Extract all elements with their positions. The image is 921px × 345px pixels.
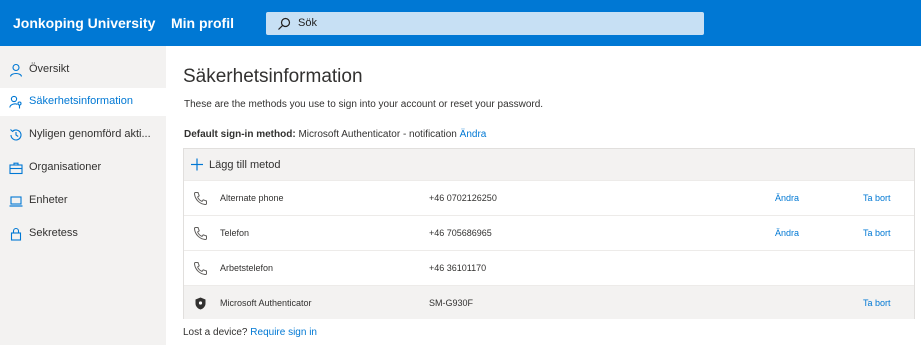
org-name[interactable]: Jonkoping University xyxy=(13,15,155,31)
sidebar-item-label: Organisationer xyxy=(29,161,102,173)
sidebar-item-privacy[interactable]: Sekretess xyxy=(0,220,166,248)
sidebar-item-label: Enheter xyxy=(29,194,68,206)
page-title: Säkerhetsinformation xyxy=(183,66,363,87)
search-icon xyxy=(278,17,291,30)
laptop-icon xyxy=(9,196,23,207)
person-icon xyxy=(9,63,23,77)
sidebar-item-label: Nyligen genomförd akti... xyxy=(29,128,151,140)
lock-icon xyxy=(10,227,22,241)
method-value: SM-G930F xyxy=(429,298,474,308)
sidebar-item-security-info[interactable]: Säkerhetsinformation xyxy=(0,88,166,116)
add-method-button[interactable]: Lägg till metod xyxy=(184,149,914,180)
default-method-label: Default sign-in method: xyxy=(184,129,296,140)
method-row: Microsoft Authenticator SM-G930F Ta bort xyxy=(184,285,914,319)
briefcase-icon xyxy=(9,162,23,175)
phone-icon xyxy=(193,227,207,241)
plus-icon xyxy=(191,158,203,171)
sidebar: Översikt Säkerhetsinformation Nyligen ge… xyxy=(0,46,166,345)
sidebar-item-recent-activity[interactable]: Nyligen genomförd akti... xyxy=(0,121,166,149)
delete-method-link[interactable]: Ta bort xyxy=(863,298,891,308)
sidebar-item-label: Översikt xyxy=(29,63,70,75)
method-name: Telefon xyxy=(220,228,250,238)
lost-device-text: Lost a device? xyxy=(183,327,248,338)
change-default-link[interactable]: Ändra xyxy=(460,129,487,140)
method-value: +46 0702126250 xyxy=(429,193,497,203)
sidebar-item-overview[interactable]: Översikt xyxy=(0,56,166,84)
change-method-link[interactable]: Ändra xyxy=(775,228,799,238)
method-name: Alternate phone xyxy=(220,193,284,203)
page-subtitle: These are the methods you use to sign in… xyxy=(184,99,544,110)
search-input[interactable]: Sök xyxy=(298,17,317,29)
method-value: +46 705686965 xyxy=(429,228,492,238)
method-row: Alternate phone +46 0702126250 Ändra Ta … xyxy=(184,180,914,214)
change-method-link[interactable]: Ändra xyxy=(775,193,799,203)
history-icon xyxy=(10,129,22,141)
authenticator-icon xyxy=(195,297,206,310)
sidebar-item-label: Säkerhetsinformation xyxy=(29,95,133,107)
method-name: Arbetstelefon xyxy=(220,263,274,273)
method-row: Telefon +46 705686965 Ändra Ta bort xyxy=(184,215,914,249)
phone-icon xyxy=(193,262,207,276)
sidebar-item-label: Sekretess xyxy=(29,227,78,239)
method-value: +46 36101170 xyxy=(429,263,487,273)
default-method-value: Microsoft Authenticator - notification xyxy=(298,129,457,140)
delete-method-link[interactable]: Ta bort xyxy=(863,228,891,238)
my-profile-link[interactable]: Min profil xyxy=(171,15,234,31)
method-name: Microsoft Authenticator xyxy=(220,298,312,308)
default-sign-in-method: Default sign-in method: Microsoft Authen… xyxy=(184,129,486,140)
method-row: Arbetstelefon +46 36101170 xyxy=(184,250,914,284)
methods-list: Lägg till metod Alternate phone +46 0702… xyxy=(183,148,915,319)
top-bar: Jonkoping University Min profil Sök xyxy=(0,0,921,46)
sidebar-item-devices[interactable]: Enheter xyxy=(0,187,166,215)
phone-icon xyxy=(193,192,207,206)
lost-device-line: Lost a device? Require sign in xyxy=(183,327,317,338)
sidebar-item-organizations[interactable]: Organisationer xyxy=(0,154,166,182)
add-method-label: Lägg till metod xyxy=(209,159,281,171)
require-sign-in-link[interactable]: Require sign in xyxy=(250,327,317,338)
search-box[interactable]: Sök xyxy=(266,12,704,35)
delete-method-link[interactable]: Ta bort xyxy=(863,193,891,203)
person-key-icon xyxy=(9,95,22,109)
